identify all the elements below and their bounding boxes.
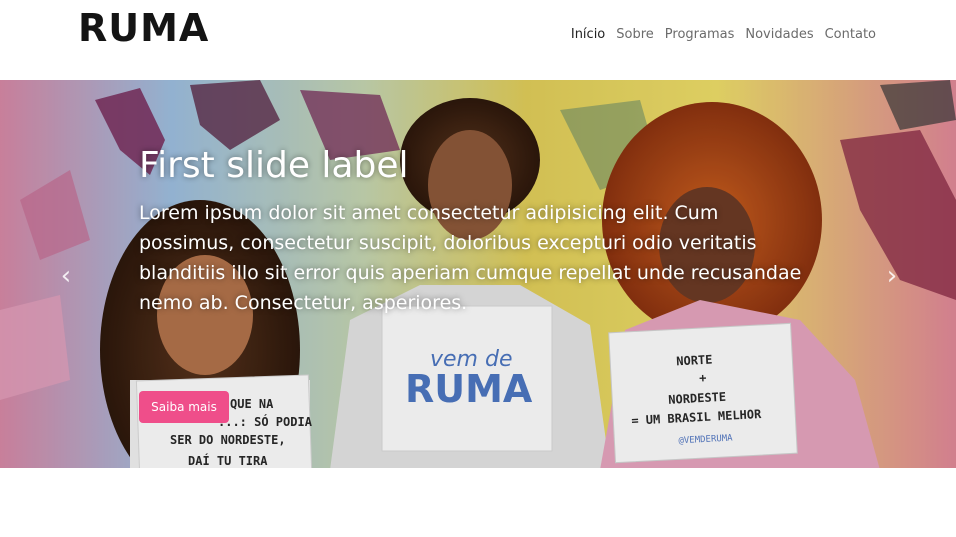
chevron-right-icon[interactable]: › [882,262,902,290]
brand-logo[interactable]: RUMA [78,6,209,50]
nav-item-programas[interactable]: Programas [665,27,735,42]
chevron-left-icon[interactable]: ‹ [56,262,76,290]
navbar: RUMA Início Sobre Programas Novidades Co… [0,0,956,80]
main-nav: Início Sobre Programas Novidades Contato [571,27,876,42]
hero-carousel: QUE NA ...: SÓ PODIA SER DO NORDESTE, DA… [0,80,956,468]
slide-title: First slide label [139,145,409,186]
nav-item-novidades[interactable]: Novidades [745,27,813,42]
nav-item-inicio[interactable]: Início [571,27,605,42]
nav-item-contato[interactable]: Contato [825,27,876,42]
saiba-mais-button[interactable]: Saiba mais [139,391,229,423]
slide-text: Lorem ipsum dolor sit amet consectetur a… [139,202,802,314]
slide-caption: First slide label Lorem ipsum dolor sit … [139,144,819,318]
nav-item-sobre[interactable]: Sobre [616,27,654,42]
